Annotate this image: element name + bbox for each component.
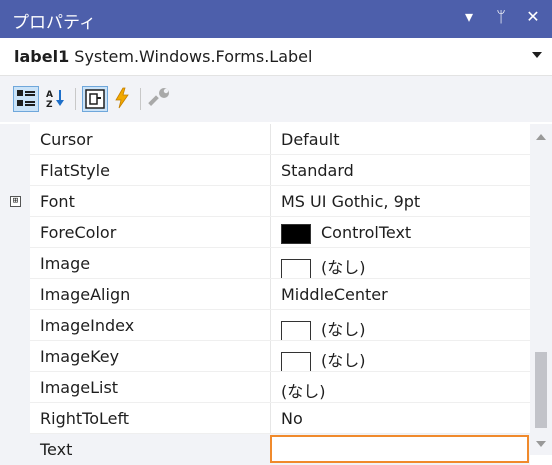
property-value[interactable]: ControlText <box>281 223 411 244</box>
row-gutter <box>0 403 30 434</box>
property-name: Text <box>40 440 73 459</box>
column-divider[interactable] <box>270 310 271 341</box>
pin-icon[interactable]: ᛘ <box>492 6 510 28</box>
property-value[interactable]: (なし) <box>281 316 366 341</box>
chevron-down-icon[interactable] <box>532 52 542 58</box>
column-divider[interactable] <box>270 155 271 186</box>
object-selector-label: label1 System.Windows.Forms.Label <box>14 47 312 66</box>
column-divider[interactable] <box>270 248 271 279</box>
property-value[interactable]: MiddleCenter <box>281 285 388 304</box>
alphabetical-icon[interactable]: A Z <box>44 86 70 112</box>
property-row-font[interactable]: ⊞ Font MS UI Gothic, 9pt <box>0 186 530 217</box>
object-selector[interactable]: label1 System.Windows.Forms.Label <box>0 38 552 76</box>
property-name: ImageAlign <box>40 285 131 304</box>
row-gutter <box>0 124 30 155</box>
svg-text:A: A <box>46 90 53 100</box>
property-value-text: ControlText <box>321 223 412 242</box>
color-swatch <box>281 223 311 244</box>
property-value[interactable]: Default <box>281 130 339 149</box>
row-gutter <box>0 155 30 186</box>
window-title: プロパティ <box>12 13 96 33</box>
events-icon[interactable] <box>110 86 136 112</box>
property-row-flatstyle[interactable]: FlatStyle Standard <box>0 155 530 186</box>
property-name: RightToLeft <box>40 409 130 428</box>
property-name: ForeColor <box>40 223 117 242</box>
column-divider[interactable] <box>270 217 271 248</box>
image-preview-swatch <box>281 351 311 372</box>
toolbar-separator <box>140 88 141 110</box>
property-name: ImageList <box>40 378 119 397</box>
column-divider[interactable] <box>270 124 271 155</box>
property-row-imagekey[interactable]: ImageKey (なし) <box>0 341 530 372</box>
toolbar-separator <box>75 88 76 110</box>
image-preview-swatch <box>281 320 311 341</box>
property-pages-icon[interactable] <box>148 86 174 112</box>
property-grid: Cursor Default FlatStyle Standard ⊞ Font… <box>0 124 530 465</box>
property-row-text[interactable]: Text <box>0 434 530 465</box>
property-name: ImageKey <box>40 347 120 366</box>
text-value-input[interactable] <box>270 435 529 463</box>
categorized-icon[interactable] <box>13 86 39 112</box>
expand-icon[interactable]: ⊞ <box>10 196 21 207</box>
image-preview-swatch <box>281 258 311 279</box>
property-name: FlatStyle <box>40 161 110 180</box>
vertical-scrollbar[interactable] <box>530 124 552 455</box>
row-gutter <box>0 434 30 465</box>
svg-text:Z: Z <box>46 100 53 110</box>
row-gutter <box>0 310 30 341</box>
property-row-imagealign[interactable]: ImageAlign MiddleCenter <box>0 279 530 310</box>
property-value[interactable]: (なし) <box>281 347 366 372</box>
property-row-imagelist[interactable]: ImageList (なし) <box>0 372 530 403</box>
title-bar-buttons: ▾ ᛘ ✕ <box>460 6 542 28</box>
title-bar: プロパティ ▾ ᛘ ✕ <box>0 0 552 38</box>
object-type: System.Windows.Forms.Label <box>74 47 313 66</box>
property-value[interactable]: (なし) <box>281 378 326 402</box>
column-divider[interactable] <box>270 186 271 217</box>
property-name: Cursor <box>40 130 93 149</box>
column-divider[interactable] <box>270 403 271 434</box>
row-gutter <box>0 248 30 279</box>
column-divider[interactable] <box>270 279 271 310</box>
property-value[interactable]: Standard <box>281 161 354 180</box>
property-name: Font <box>40 192 75 211</box>
row-gutter <box>0 279 30 310</box>
property-name: ImageIndex <box>40 316 135 335</box>
scrollbar-thumb[interactable] <box>535 352 547 428</box>
property-value-text: (なし) <box>321 351 366 370</box>
property-value[interactable]: MS UI Gothic, 9pt <box>281 192 420 211</box>
property-row-cursor[interactable]: Cursor Default <box>0 124 530 155</box>
column-divider[interactable] <box>270 341 271 372</box>
property-row-forecolor[interactable]: ForeColor ControlText <box>0 217 530 248</box>
property-row-righttoleft[interactable]: RightToLeft No <box>0 403 530 434</box>
row-gutter <box>0 341 30 372</box>
property-row-imageindex[interactable]: ImageIndex (なし) <box>0 310 530 341</box>
close-icon[interactable]: ✕ <box>524 6 542 28</box>
object-name: label1 <box>14 47 70 66</box>
scroll-down-icon[interactable] <box>536 441 546 447</box>
row-gutter <box>0 372 30 403</box>
property-value[interactable]: No <box>281 409 303 428</box>
property-row-image[interactable]: Image (なし) <box>0 248 530 279</box>
dropdown-icon[interactable]: ▾ <box>460 6 478 28</box>
property-value-text: (なし) <box>321 320 366 339</box>
property-name: Image <box>40 254 91 273</box>
properties-icon[interactable] <box>82 86 108 112</box>
property-value[interactable]: (なし) <box>281 254 366 279</box>
toolbar: A Z <box>0 76 552 122</box>
property-value-text: (なし) <box>321 258 366 277</box>
column-divider[interactable] <box>270 372 271 403</box>
scroll-up-icon[interactable] <box>536 134 546 140</box>
row-gutter <box>0 217 30 248</box>
